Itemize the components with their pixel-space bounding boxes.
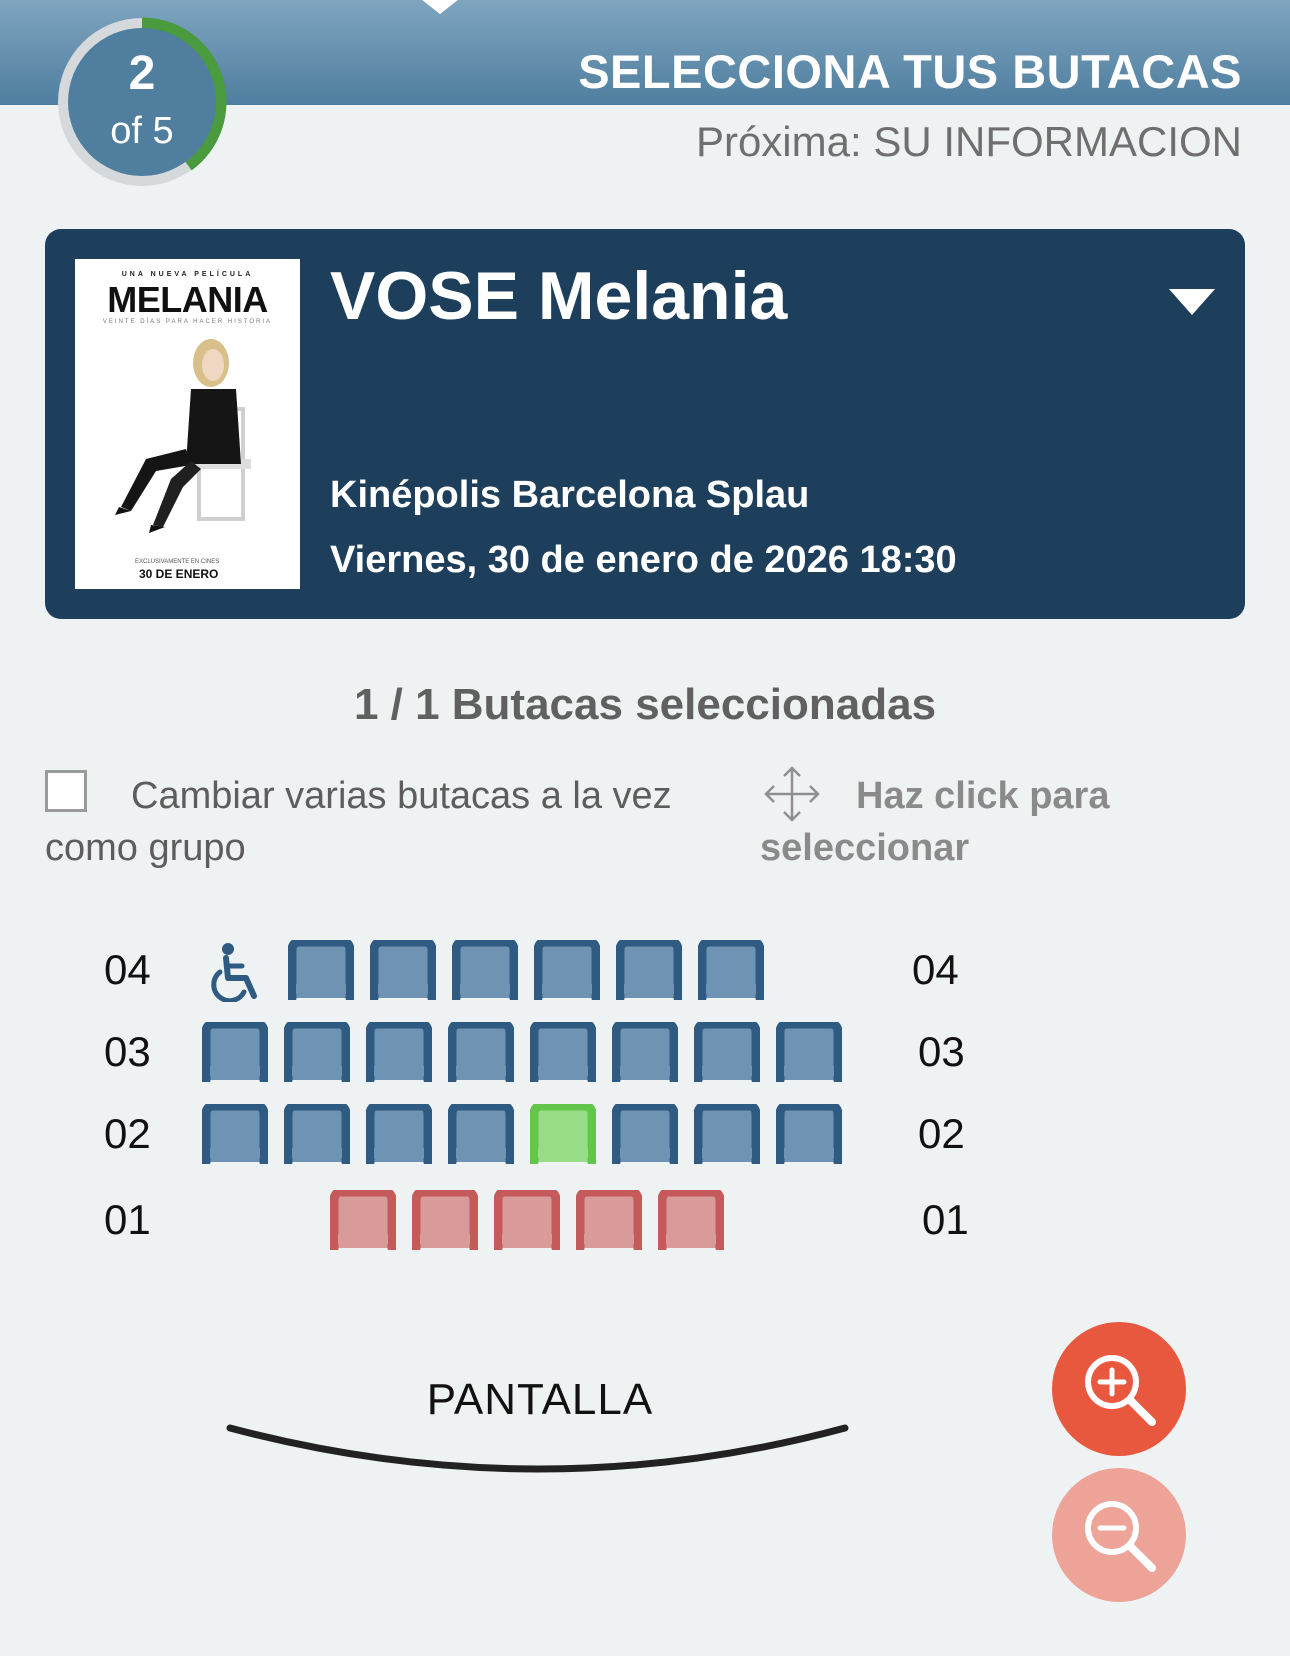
seat-available[interactable]: [694, 1104, 760, 1164]
row-label-right: 02: [918, 1110, 965, 1157]
seat-available[interactable]: [366, 1104, 432, 1164]
poster-tagline: UNA NUEVA PELÍCULA: [121, 271, 254, 278]
seat-occupied: [494, 1190, 560, 1250]
page-title: SELECCIONA TUS BUTACAS: [578, 45, 1242, 98]
step-total: of 5: [110, 110, 174, 152]
zoom-in-button[interactable]: [1052, 1322, 1186, 1456]
seat-available[interactable]: [284, 1022, 350, 1082]
seat-occupied: [658, 1190, 724, 1250]
seat-available[interactable]: [698, 940, 764, 1000]
seat-available[interactable]: [612, 1022, 678, 1082]
chevron-down-icon[interactable]: [1169, 289, 1215, 315]
seat-available[interactable]: [370, 940, 436, 1000]
seat-available[interactable]: [616, 940, 682, 1000]
poster-subtitle: VEINTE DÍAS PARA HACER HISTORIA: [102, 319, 273, 325]
cinema-name: Kinépolis Barcelona Splau: [330, 474, 810, 516]
zoom-out-icon: [1085, 1501, 1156, 1572]
row-label-right: 01: [922, 1196, 969, 1243]
seat-available[interactable]: [288, 940, 354, 1000]
seat-available[interactable]: [776, 1104, 842, 1164]
seat-available[interactable]: [448, 1022, 514, 1082]
seat-occupied: [330, 1190, 396, 1250]
next-step-label: Próxima: SU INFORMACION: [695, 118, 1242, 165]
star-icon: [422, 0, 458, 14]
seat-available[interactable]: [202, 1022, 268, 1082]
row-label-left: 03: [104, 1028, 151, 1075]
movie-card[interactable]: UNA NUEVA PELÍCULA MELANIA VEINTE DÍAS P…: [45, 229, 1245, 619]
selected-seats-count: 1 / 1 Butacas seleccionadas: [353, 680, 937, 729]
seat-available[interactable]: [284, 1104, 350, 1164]
seat-occupied: [576, 1190, 642, 1250]
seat-available[interactable]: [448, 1104, 514, 1164]
seat-available[interactable]: [530, 1022, 596, 1082]
movie-poster: UNA NUEVA PELÍCULA MELANIA VEINTE DÍAS P…: [75, 259, 300, 589]
row-label-left: 04: [104, 946, 151, 993]
seat-available[interactable]: [366, 1022, 432, 1082]
row-label-right: 03: [918, 1028, 965, 1075]
seat-available[interactable]: [776, 1022, 842, 1082]
step-indicator: 2 of 5: [52, 10, 232, 190]
poster-release-note: EXCLUSIVAMENTE EN CINES: [135, 559, 220, 565]
step-current: 2: [128, 47, 156, 100]
screen-curve: [226, 1424, 849, 1473]
zoom-in-icon: [1085, 1355, 1156, 1426]
screen-label: PANTALLA: [426, 1375, 654, 1424]
seat-available[interactable]: [202, 1104, 268, 1164]
group-change-checkbox[interactable]: [45, 770, 87, 812]
poster-figure-image: [115, 339, 251, 533]
movie-title: VOSE Melania: [330, 258, 788, 334]
seat-available[interactable]: [694, 1022, 760, 1082]
seat-occupied: [412, 1190, 478, 1250]
click-hint: Haz click para seleccionar: [760, 775, 1110, 869]
seat-selected[interactable]: [530, 1104, 596, 1164]
poster-release-date: 30 DE ENERO: [139, 567, 219, 581]
wheelchair-icon: [211, 943, 257, 1002]
poster-title: MELANIA: [107, 279, 268, 320]
seat-map: 04 04 03 03 02 02 01 01: [0, 940, 1290, 1290]
row-label-left: 01: [104, 1196, 151, 1243]
seat-available[interactable]: [612, 1104, 678, 1164]
zoom-out-button[interactable]: [1052, 1468, 1186, 1602]
seat-available[interactable]: [452, 940, 518, 1000]
seat-available[interactable]: [534, 940, 600, 1000]
row-label-left: 02: [104, 1110, 151, 1157]
showtime: Viernes, 30 de enero de 2026 18:30: [330, 539, 957, 581]
group-change-label: Cambiar varias butacas a la vez como gru…: [45, 775, 672, 869]
row-label-right: 04: [912, 946, 959, 993]
